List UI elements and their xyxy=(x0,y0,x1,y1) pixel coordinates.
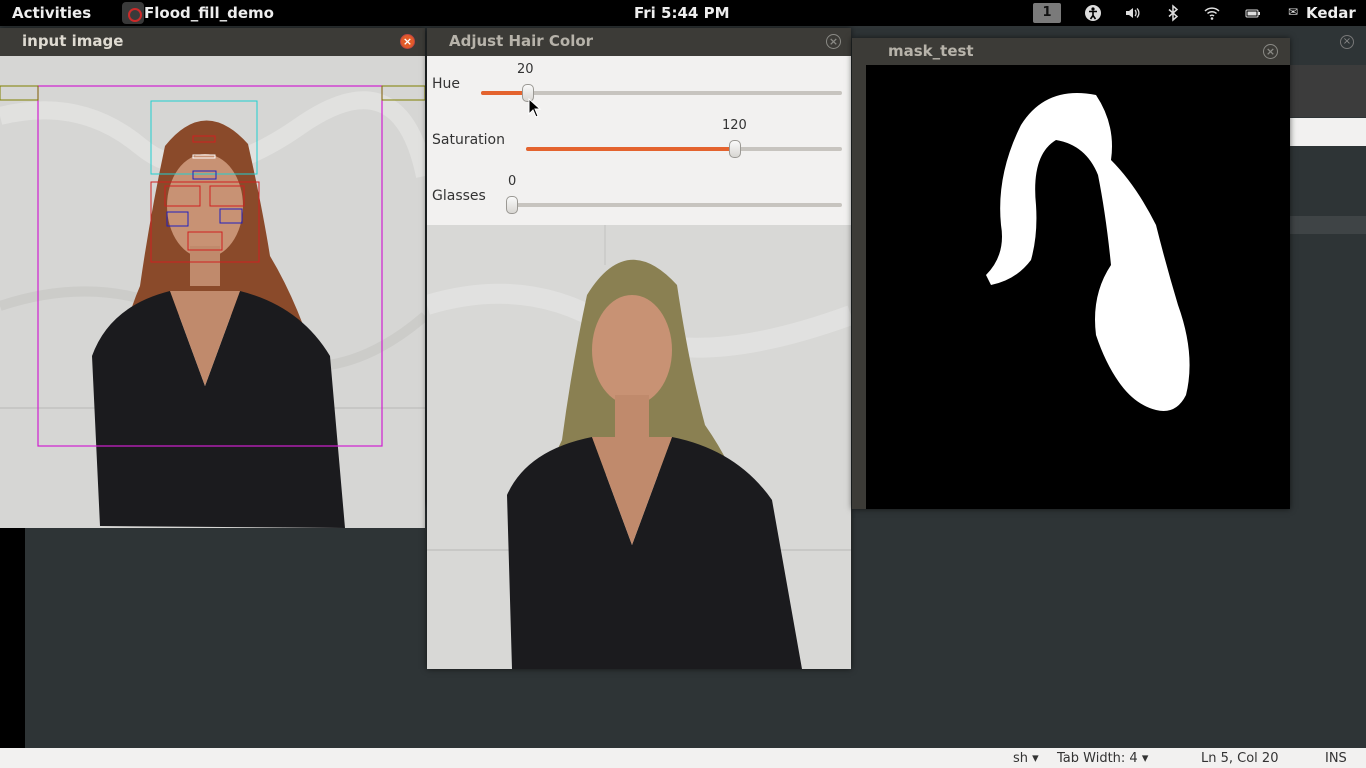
saturation-label: Saturation xyxy=(432,132,505,148)
editor-statusbar: sh ▾ Tab Width: 4 ▾ Ln 5, Col 20 INS xyxy=(0,748,1366,768)
app-icon[interactable] xyxy=(122,2,144,24)
glasses-slider[interactable] xyxy=(506,196,842,214)
saturation-value: 120 xyxy=(722,118,747,133)
battery-icon[interactable] xyxy=(1244,4,1262,22)
close-icon[interactable]: × xyxy=(826,34,841,49)
close-icon[interactable]: × xyxy=(400,34,415,49)
saturation-slider[interactable] xyxy=(526,140,842,158)
accessibility-icon[interactable] xyxy=(1084,4,1102,22)
wifi-icon[interactable] xyxy=(1203,4,1221,22)
app-menu-name[interactable]: Flood_fill_demo xyxy=(144,4,274,22)
window-title: input image xyxy=(22,32,124,50)
result-image-canvas[interactable] xyxy=(427,225,851,669)
saturation-slider-handle[interactable] xyxy=(728,140,741,158)
hue-label: Hue xyxy=(432,76,461,92)
hue-slider-fill xyxy=(481,91,528,95)
bluetooth-icon[interactable] xyxy=(1164,4,1182,22)
mouse-cursor-icon xyxy=(528,97,542,118)
hue-slider-row: Hue 20 xyxy=(427,60,851,116)
background-editor-panel xyxy=(1290,118,1366,146)
mask-test-window: mask_test × xyxy=(852,38,1290,509)
mask-image-canvas[interactable] xyxy=(866,65,1290,509)
input-image-titlebar[interactable]: input image × xyxy=(0,28,425,56)
face-shape xyxy=(592,295,672,405)
window-title: Adjust Hair Color xyxy=(449,32,594,50)
glasses-slider-handle[interactable] xyxy=(506,196,518,214)
glasses-label: Glasses xyxy=(432,188,486,204)
insert-mode[interactable]: INS xyxy=(1325,751,1347,766)
tab-width-selector[interactable]: Tab Width: 4 ▾ xyxy=(1057,751,1148,766)
mask-window-border xyxy=(852,65,866,509)
background-editor-highlight-line xyxy=(1290,216,1366,234)
input-image-window: input image × xyxy=(0,28,425,528)
background-editor-titlebar xyxy=(1290,65,1366,117)
hue-slider[interactable] xyxy=(481,84,842,102)
saturation-slider-fill xyxy=(526,147,735,151)
top-panel: Activities Flood_fill_demo Fri 5:44 PM 1… xyxy=(0,0,1366,26)
clock[interactable]: Fri 5:44 PM xyxy=(634,4,730,22)
glasses-slider-row: Glasses 0 xyxy=(427,172,851,228)
input-image-canvas[interactable] xyxy=(0,56,425,528)
user-menu[interactable]: Kedar xyxy=(1306,4,1356,22)
workspace-indicator[interactable]: 1 xyxy=(1033,3,1061,23)
activities-button[interactable]: Activities xyxy=(12,4,91,22)
window-title: mask_test xyxy=(888,42,974,60)
volume-icon[interactable] xyxy=(1123,4,1141,22)
close-icon[interactable]: × xyxy=(1263,44,1278,59)
mask-test-titlebar[interactable]: mask_test × xyxy=(852,38,1290,65)
glasses-value: 0 xyxy=(508,174,517,189)
adjust-hair-color-window: Adjust Hair Color × Hue 20 Saturation 12… xyxy=(427,28,851,669)
cursor-position: Ln 5, Col 20 xyxy=(1201,751,1279,766)
background-close-icon[interactable]: × xyxy=(1340,35,1354,49)
editor-gutter xyxy=(0,500,25,748)
language-selector[interactable]: sh ▾ xyxy=(1013,751,1039,766)
hue-value: 20 xyxy=(517,62,534,77)
adjust-hair-color-titlebar[interactable]: Adjust Hair Color × xyxy=(427,28,851,56)
user-status-icon[interactable]: ✉ xyxy=(1288,5,1300,19)
saturation-slider-row: Saturation 120 xyxy=(427,116,851,172)
